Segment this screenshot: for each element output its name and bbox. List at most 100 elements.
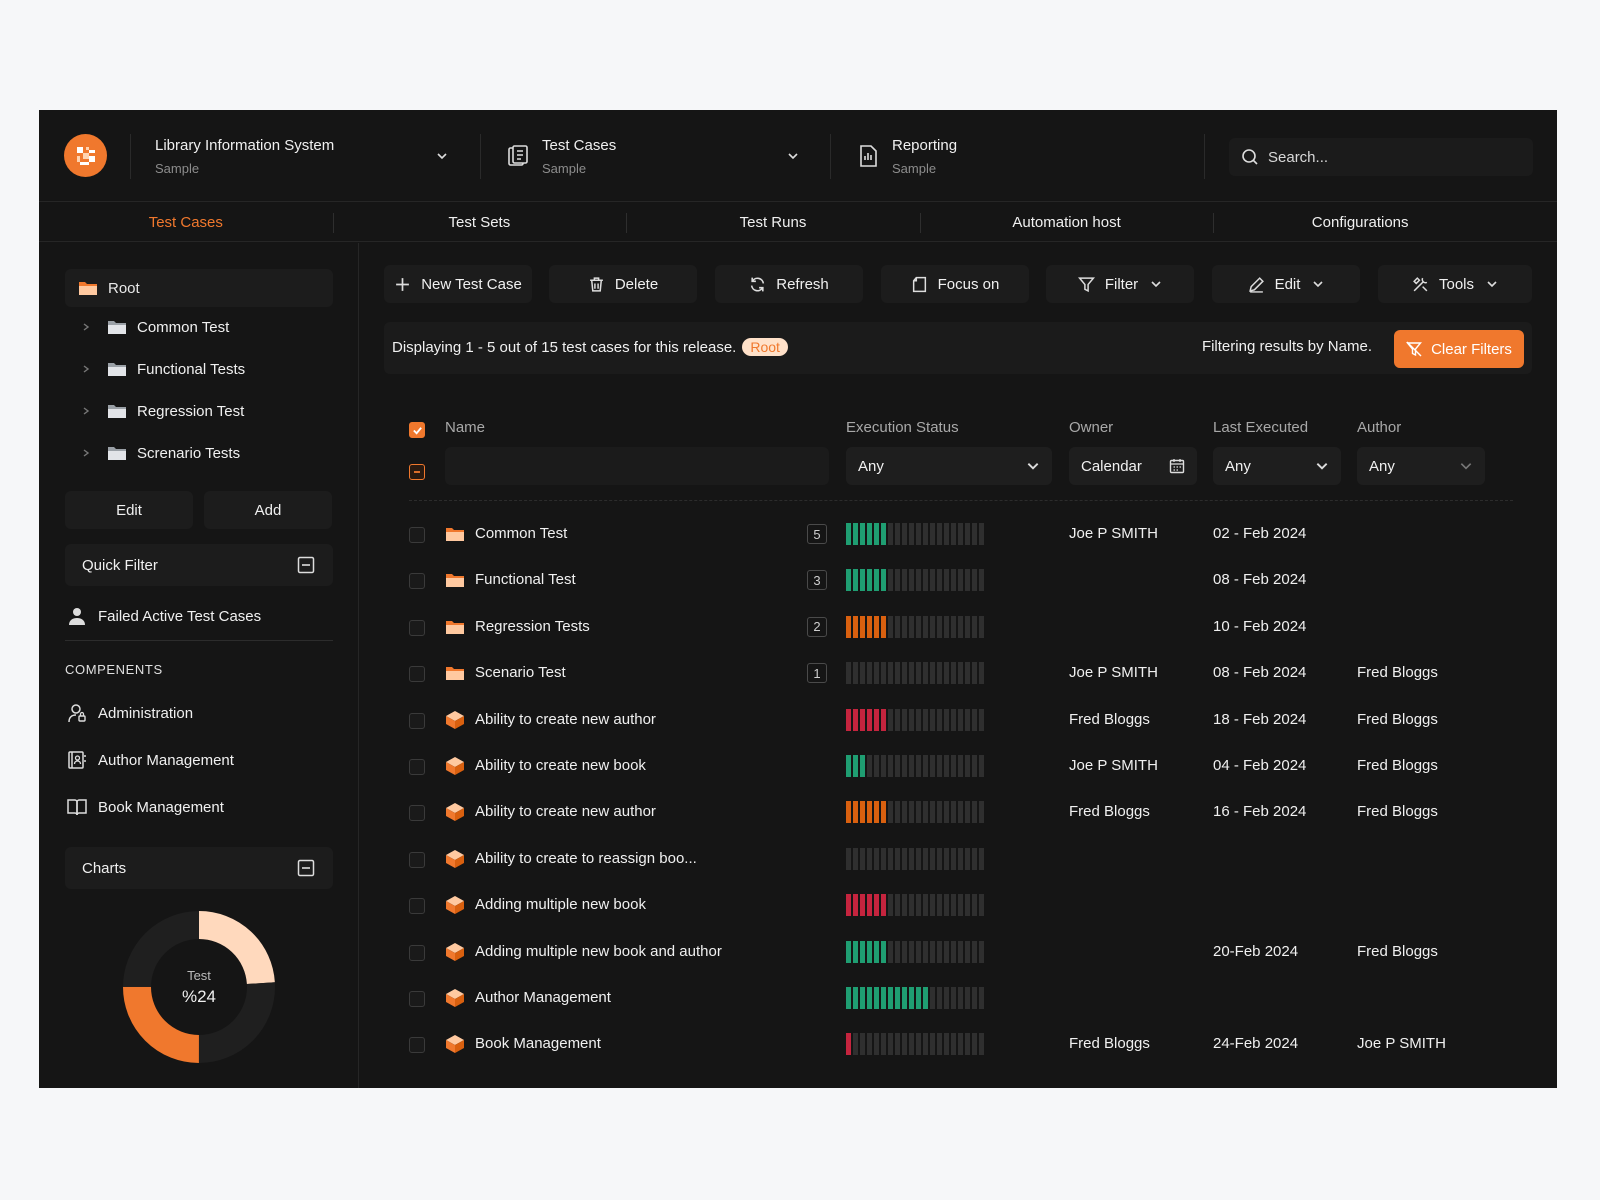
chevron-right-icon[interactable]: [81, 322, 99, 332]
chevron-down-icon[interactable]: [432, 146, 452, 166]
chevron-right-icon[interactable]: [81, 406, 99, 416]
row-name[interactable]: Regression Tests: [475, 618, 590, 635]
table-row[interactable]: Adding multiple new book and author 20-Fe…: [384, 930, 1532, 976]
quick-filter-header[interactable]: Quick Filter: [65, 544, 333, 586]
row-name[interactable]: Author Management: [475, 989, 611, 1006]
tab-configurations[interactable]: Configurations: [1213, 203, 1507, 241]
select-all-checkbox[interactable]: [409, 422, 425, 438]
tab-test-sets[interactable]: Test Sets: [332, 203, 627, 241]
new-test-case-button[interactable]: New Test Case: [384, 265, 532, 303]
tab-test-runs[interactable]: Test Runs: [626, 203, 920, 241]
row-name[interactable]: Functional Test: [475, 571, 576, 588]
tab-test-cases[interactable]: Test Cases: [39, 203, 333, 241]
owner-filter-select[interactable]: Calendar: [1069, 447, 1197, 485]
table-row[interactable]: Ability to create new author Fred Bloggs 1…: [384, 790, 1532, 836]
clear-filters-button[interactable]: Clear Filters: [1394, 330, 1524, 368]
row-checkbox[interactable]: [409, 944, 425, 961]
tree-item-functional-tests[interactable]: Functional Tests: [81, 354, 341, 384]
project-selector[interactable]: Library Information System Sample: [155, 136, 334, 179]
collapse-icon[interactable]: [297, 859, 315, 877]
column-header-author[interactable]: Author: [1357, 419, 1401, 436]
row-checkbox[interactable]: [409, 805, 425, 822]
tab-automation-host[interactable]: Automation host: [919, 203, 1214, 241]
status-segment: [951, 940, 956, 963]
row-checkbox[interactable]: [409, 712, 425, 729]
search-input[interactable]: [1268, 148, 1518, 166]
row-name[interactable]: Ability to create to reassign boo...: [475, 850, 697, 867]
row-checkbox[interactable]: [409, 759, 425, 775]
chevron-down-icon[interactable]: [783, 146, 803, 166]
focus-on-button[interactable]: Focus on: [881, 265, 1029, 303]
column-header-last-executed[interactable]: Last Executed: [1213, 419, 1308, 436]
status-segment: [895, 1033, 900, 1056]
last-executed-filter-select[interactable]: Any: [1213, 447, 1341, 485]
table-row[interactable]: Ability to create new author Fred Bloggs 1…: [384, 698, 1532, 744]
delete-button[interactable]: Delete: [549, 265, 697, 303]
tree-root[interactable]: Root: [65, 269, 333, 307]
chevron-right-icon[interactable]: [81, 448, 99, 458]
status-segment: [874, 708, 879, 731]
test-cases-selector[interactable]: Test Cases Sample: [542, 136, 616, 179]
column-header-name[interactable]: Name: [445, 419, 485, 436]
collapse-icon[interactable]: [297, 556, 315, 574]
table-row[interactable]: Functional Test 3 08 - Feb 2024: [384, 558, 1532, 604]
edit-dropdown[interactable]: Edit: [1212, 265, 1360, 303]
table-row[interactable]: Adding multiple new book: [384, 883, 1532, 929]
column-header-owner[interactable]: Owner: [1069, 419, 1113, 436]
row-checkbox[interactable]: [409, 527, 425, 543]
row-checkbox[interactable]: [409, 991, 425, 1007]
row-name[interactable]: Common Test: [475, 525, 567, 542]
tree-add-button[interactable]: Add: [204, 491, 332, 529]
table-row[interactable]: Regression Tests 2 10 - Feb 2024: [384, 605, 1532, 651]
table-row[interactable]: Author Management: [384, 976, 1532, 1022]
filter-row-checkbox[interactable]: [409, 464, 425, 480]
row-checkbox[interactable]: [409, 1037, 425, 1054]
status-filter-select[interactable]: Any: [846, 447, 1052, 485]
name-filter-input[interactable]: [445, 447, 829, 485]
tree-edit-button[interactable]: Edit: [65, 491, 193, 529]
book-icon: [67, 799, 87, 816]
search-box[interactable]: [1229, 138, 1533, 176]
component-administration[interactable]: Administration: [67, 703, 193, 723]
tree-item-common-test[interactable]: Common Test: [81, 312, 341, 342]
row-checkbox[interactable]: [409, 666, 425, 683]
status-segment: [979, 523, 984, 545]
table-row[interactable]: Common Test 5 Joe P SMITH 02 - Feb 2024: [384, 512, 1532, 558]
component-book-management[interactable]: Book Management: [67, 797, 224, 817]
row-name[interactable]: Scenario Test: [475, 664, 566, 681]
refresh-button[interactable]: Refresh: [715, 265, 863, 303]
row-name[interactable]: Adding multiple new book and author: [475, 943, 722, 960]
row-checkbox[interactable]: [409, 851, 425, 868]
row-name[interactable]: Ability to create new author: [475, 803, 656, 820]
button-label: Filter: [1104, 275, 1139, 293]
root-badge[interactable]: Root: [742, 338, 788, 356]
row-name[interactable]: Adding multiple new book: [475, 896, 646, 913]
charts-header[interactable]: Charts: [65, 847, 333, 889]
row-name[interactable]: Ability to create new book: [475, 757, 646, 774]
author-filter-select[interactable]: Any: [1357, 447, 1485, 485]
tree-item-scenario-tests[interactable]: Screnario Tests: [81, 438, 341, 468]
row-name[interactable]: Ability to create new author: [475, 711, 656, 728]
table-row[interactable]: Book Management Fred Bloggs 24-Feb 2024 Joe…: [384, 1022, 1532, 1068]
tree-item-regression-test[interactable]: Regression Test: [81, 396, 341, 426]
table-row[interactable]: Scenario Test 1 Joe P SMITH 08 - Feb 2024 Fr…: [384, 651, 1532, 697]
table-row[interactable]: Ability to create to reassign boo...: [384, 837, 1532, 883]
app-logo[interactable]: [64, 134, 107, 177]
status-segment: [902, 847, 907, 870]
tools-dropdown[interactable]: Tools: [1378, 265, 1532, 303]
row-checkbox[interactable]: [409, 619, 425, 636]
status-segment: [846, 569, 851, 592]
quick-filter-failed-active[interactable]: Failed Active Test Cases: [67, 606, 261, 626]
row-last-executed: 04 - Feb 2024: [1213, 757, 1307, 774]
row-name[interactable]: Book Management: [475, 1035, 601, 1052]
component-author-management[interactable]: Author Management: [67, 750, 234, 770]
column-header-status[interactable]: Execution Status: [846, 419, 959, 436]
filter-dropdown[interactable]: Filter: [1046, 265, 1194, 303]
status-segment: [979, 569, 984, 592]
row-checkbox[interactable]: [409, 898, 425, 915]
reporting-selector[interactable]: Reporting Sample: [892, 136, 957, 179]
chevron-right-icon[interactable]: [81, 364, 99, 374]
row-checkbox[interactable]: [409, 573, 425, 590]
status-segment: [867, 894, 872, 917]
table-row[interactable]: Ability to create new book Joe P SMITH 04 …: [384, 744, 1532, 790]
